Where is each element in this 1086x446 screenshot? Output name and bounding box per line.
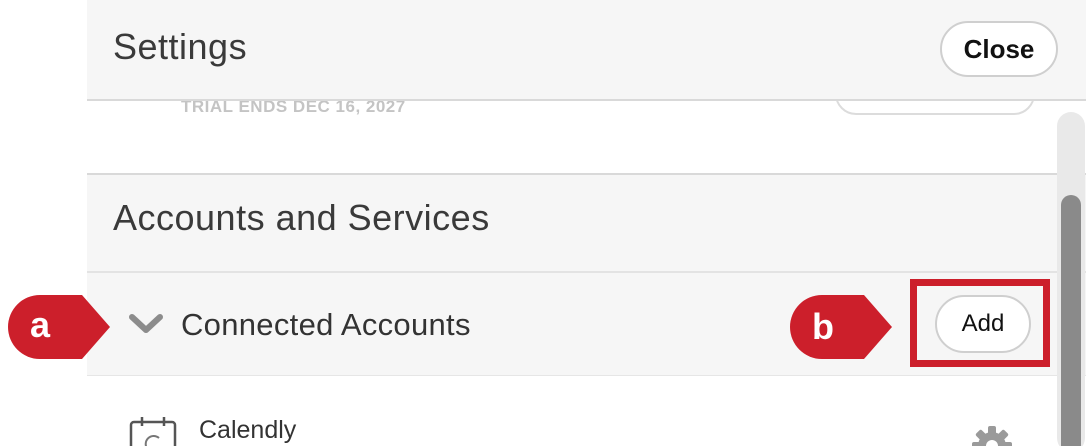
annotation-label-a: a [30,304,51,345]
close-button[interactable]: Close [940,21,1058,77]
page-title: Settings [113,26,248,67]
connected-accounts-label: Connected Accounts [181,307,471,342]
chevron-down-icon[interactable] [129,313,163,335]
settings-header: Settings Close [87,0,1086,101]
account-item[interactable]: Calendly [87,376,1086,446]
settings-panel: TRIAL ENDS DEC 16, 2027 Accounts and Ser… [87,0,1086,446]
scrollbar-thumb[interactable] [1061,195,1081,446]
annotation-marker-a [8,295,110,359]
gear-icon[interactable] [970,424,1014,446]
calendar-icon [129,417,177,446]
annotation-marker-b [790,295,892,359]
accounts-services-header: Accounts and Services [87,175,1086,273]
subscription-section: TRIAL ENDS DEC 16, 2027 [87,73,1086,175]
account-item-label: Calendly [199,416,297,444]
section-title: Accounts and Services [113,197,490,238]
annotation-label-b: b [812,306,834,347]
annotation-highlight-box [910,279,1050,367]
